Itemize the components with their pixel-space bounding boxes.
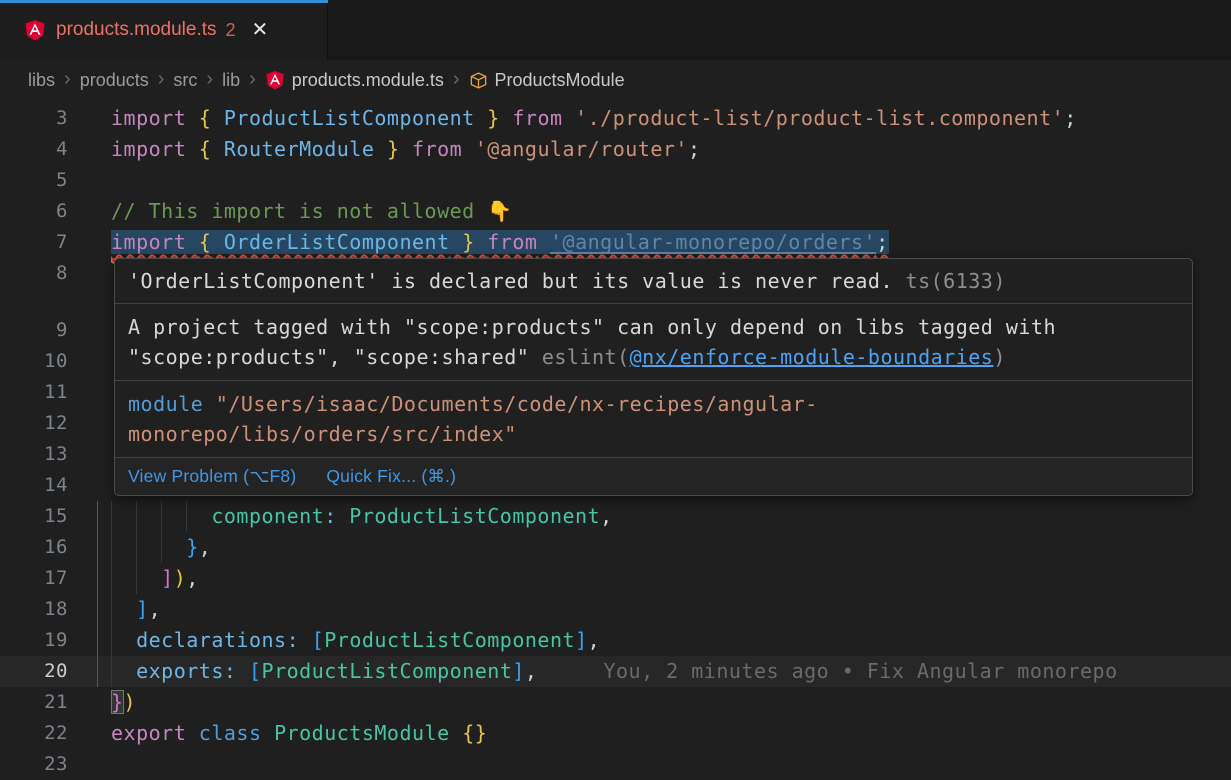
code-line-content[interactable]: ]), xyxy=(111,563,1231,594)
hover-message-row: A project tagged with "scope:products" c… xyxy=(115,304,1192,381)
line-number[interactable]: 14 xyxy=(0,470,68,501)
eslint-rule-link[interactable]: @nx/enforce-module-boundaries xyxy=(630,345,994,369)
quick-fix-action[interactable]: Quick Fix... (⌘.) xyxy=(326,464,456,489)
code-line-content[interactable]: ], xyxy=(111,594,1231,625)
line-number[interactable]: 7 xyxy=(0,227,68,258)
class-symbol-icon xyxy=(469,71,488,90)
line-number[interactable]: 12 xyxy=(0,408,68,439)
code-line-content[interactable]: component: ProductListComponent, xyxy=(111,501,1231,532)
code-line-content[interactable]: }, xyxy=(111,532,1231,563)
line-number[interactable]: 19 xyxy=(0,625,68,656)
hover-message-row: module "/Users/isaac/Documents/code/nx-r… xyxy=(115,381,1192,458)
bracket-pair-guide xyxy=(97,625,98,656)
chevron-right-icon: › xyxy=(158,69,165,92)
code-line[interactable]: 22 export class ProductsModule {} xyxy=(0,718,1231,749)
view-problem-action[interactable]: View Problem (⌥F8) xyxy=(128,464,296,489)
code-line[interactable]: 17 ]), xyxy=(0,563,1231,594)
line-number[interactable]: 5 xyxy=(0,165,68,196)
code-line[interactable]: 21}) xyxy=(0,687,1231,718)
breadcrumb: libs › products › src › lib › products.m… xyxy=(0,60,1231,100)
chevron-right-icon: › xyxy=(453,69,460,92)
indent-guide xyxy=(161,532,162,563)
code-line-content[interactable]: // This import is not allowed 👇 xyxy=(111,196,1231,227)
active-tab-indicator xyxy=(0,0,328,3)
line-number[interactable]: 11 xyxy=(0,377,68,408)
code-line[interactable]: 19 declarations: [ProductListComponent], xyxy=(0,625,1231,656)
bracket-pair-guide xyxy=(97,532,98,563)
code-line-content[interactable]: }) xyxy=(111,687,1231,718)
code-line[interactable]: 3 import { ProductListComponent } from '.… xyxy=(0,103,1231,134)
tab-error-count-badge: 2 xyxy=(226,20,236,41)
line-number[interactable]: 22 xyxy=(0,718,68,749)
indent-guide xyxy=(161,501,162,532)
indent-guide xyxy=(111,656,112,687)
code-line[interactable]: 20 exports: [ProductListComponent],You, … xyxy=(0,656,1231,687)
error-hover-popup: 'OrderListComponent' is declared but its… xyxy=(114,258,1193,496)
code-line[interactable]: 4 import { RouterModule } from '@angular/… xyxy=(0,134,1231,165)
indent-guide xyxy=(111,594,112,625)
code-line[interactable]: 23 xyxy=(0,749,1231,780)
code-line-content[interactable]: import { RouterModule } from '@angular/r… xyxy=(111,134,1231,165)
line-number[interactable]: 9 xyxy=(0,315,68,346)
line-number[interactable]: 4 xyxy=(0,134,68,165)
line-number[interactable]: 20 xyxy=(0,656,68,687)
bracket-pair-guide xyxy=(97,563,98,594)
line-number[interactable]: 6 xyxy=(0,196,68,227)
error-underlined-statement: import { OrderListComponent } from '@ang… xyxy=(111,230,889,254)
code-line-content[interactable]: export class ProductsModule {} xyxy=(111,718,1231,749)
hover-actions-bar: View Problem (⌥F8) Quick Fix... (⌘.) xyxy=(115,458,1192,495)
code-line-content[interactable] xyxy=(111,165,1231,196)
code-line-content[interactable]: declarations: [ProductListComponent], xyxy=(111,625,1231,656)
bracket-pair-guide xyxy=(97,501,98,532)
chevron-right-icon: › xyxy=(206,69,213,92)
angular-icon xyxy=(24,19,46,41)
indent-guide xyxy=(111,532,112,563)
breadcrumb-item-products[interactable]: products xyxy=(80,70,149,91)
hover-message-row: 'OrderListComponent' is declared but its… xyxy=(115,259,1192,304)
line-number[interactable]: 10 xyxy=(0,346,68,377)
code-line[interactable]: 5 xyxy=(0,165,1231,196)
breadcrumb-item-file[interactable]: products.module.ts xyxy=(265,70,444,91)
tab-title: products.module.ts xyxy=(56,19,217,41)
line-number[interactable]: 21 xyxy=(0,687,68,718)
indent-guide xyxy=(111,625,112,656)
indent-guide xyxy=(136,501,137,532)
breadcrumb-item-symbol[interactable]: ProductsModule xyxy=(469,70,625,91)
editor-tab[interactable]: products.module.ts 2 ✕ xyxy=(0,0,328,60)
line-number[interactable]: 3 xyxy=(0,103,68,134)
code-line-content[interactable] xyxy=(111,749,1231,780)
git-blame-annotation: You, 2 minutes ago • Fix Angular monorep… xyxy=(537,659,1117,683)
line-number[interactable]: 17 xyxy=(0,563,68,594)
close-icon[interactable]: ✕ xyxy=(252,20,269,40)
breadcrumb-item-src[interactable]: src xyxy=(173,70,197,91)
indent-guide xyxy=(111,563,112,594)
line-number[interactable]: 18 xyxy=(0,594,68,625)
line-number[interactable]: 8 xyxy=(0,258,68,289)
line-number[interactable]: 15 xyxy=(0,501,68,532)
tab-bar: products.module.ts 2 ✕ xyxy=(0,0,1231,60)
line-number[interactable]: 16 xyxy=(0,532,68,563)
line-number[interactable]: 23 xyxy=(0,749,68,780)
breadcrumb-item-lib[interactable]: lib xyxy=(222,70,240,91)
code-line[interactable]: 18 ], xyxy=(0,594,1231,625)
code-line[interactable]: 16 }, xyxy=(0,532,1231,563)
code-line[interactable]: 15 component: ProductListComponent, xyxy=(0,501,1231,532)
indent-guide xyxy=(136,563,137,594)
code-line[interactable]: 6 // This import is not allowed 👇 xyxy=(0,196,1231,227)
code-editor[interactable]: 3 import { ProductListComponent } from '.… xyxy=(0,100,1231,780)
line-number[interactable]: 13 xyxy=(0,439,68,470)
code-line-content[interactable]: exports: [ProductListComponent],You, 2 m… xyxy=(111,656,1231,687)
code-line[interactable]: 7 import { OrderListComponent } from '@an… xyxy=(0,227,1231,258)
indent-guide xyxy=(186,501,187,532)
bracket-pair-guide xyxy=(97,594,98,625)
code-line-content[interactable]: import { ProductListComponent } from './… xyxy=(111,103,1231,134)
bracket-pair-guide xyxy=(97,656,98,687)
angular-icon xyxy=(265,70,285,90)
indent-guide xyxy=(136,532,137,563)
chevron-right-icon: › xyxy=(64,69,71,92)
code-line-content[interactable]: import { OrderListComponent } from '@ang… xyxy=(111,227,1231,258)
breadcrumb-item-libs[interactable]: libs xyxy=(28,70,55,91)
chevron-right-icon: › xyxy=(249,69,256,92)
indent-guide xyxy=(111,501,112,532)
